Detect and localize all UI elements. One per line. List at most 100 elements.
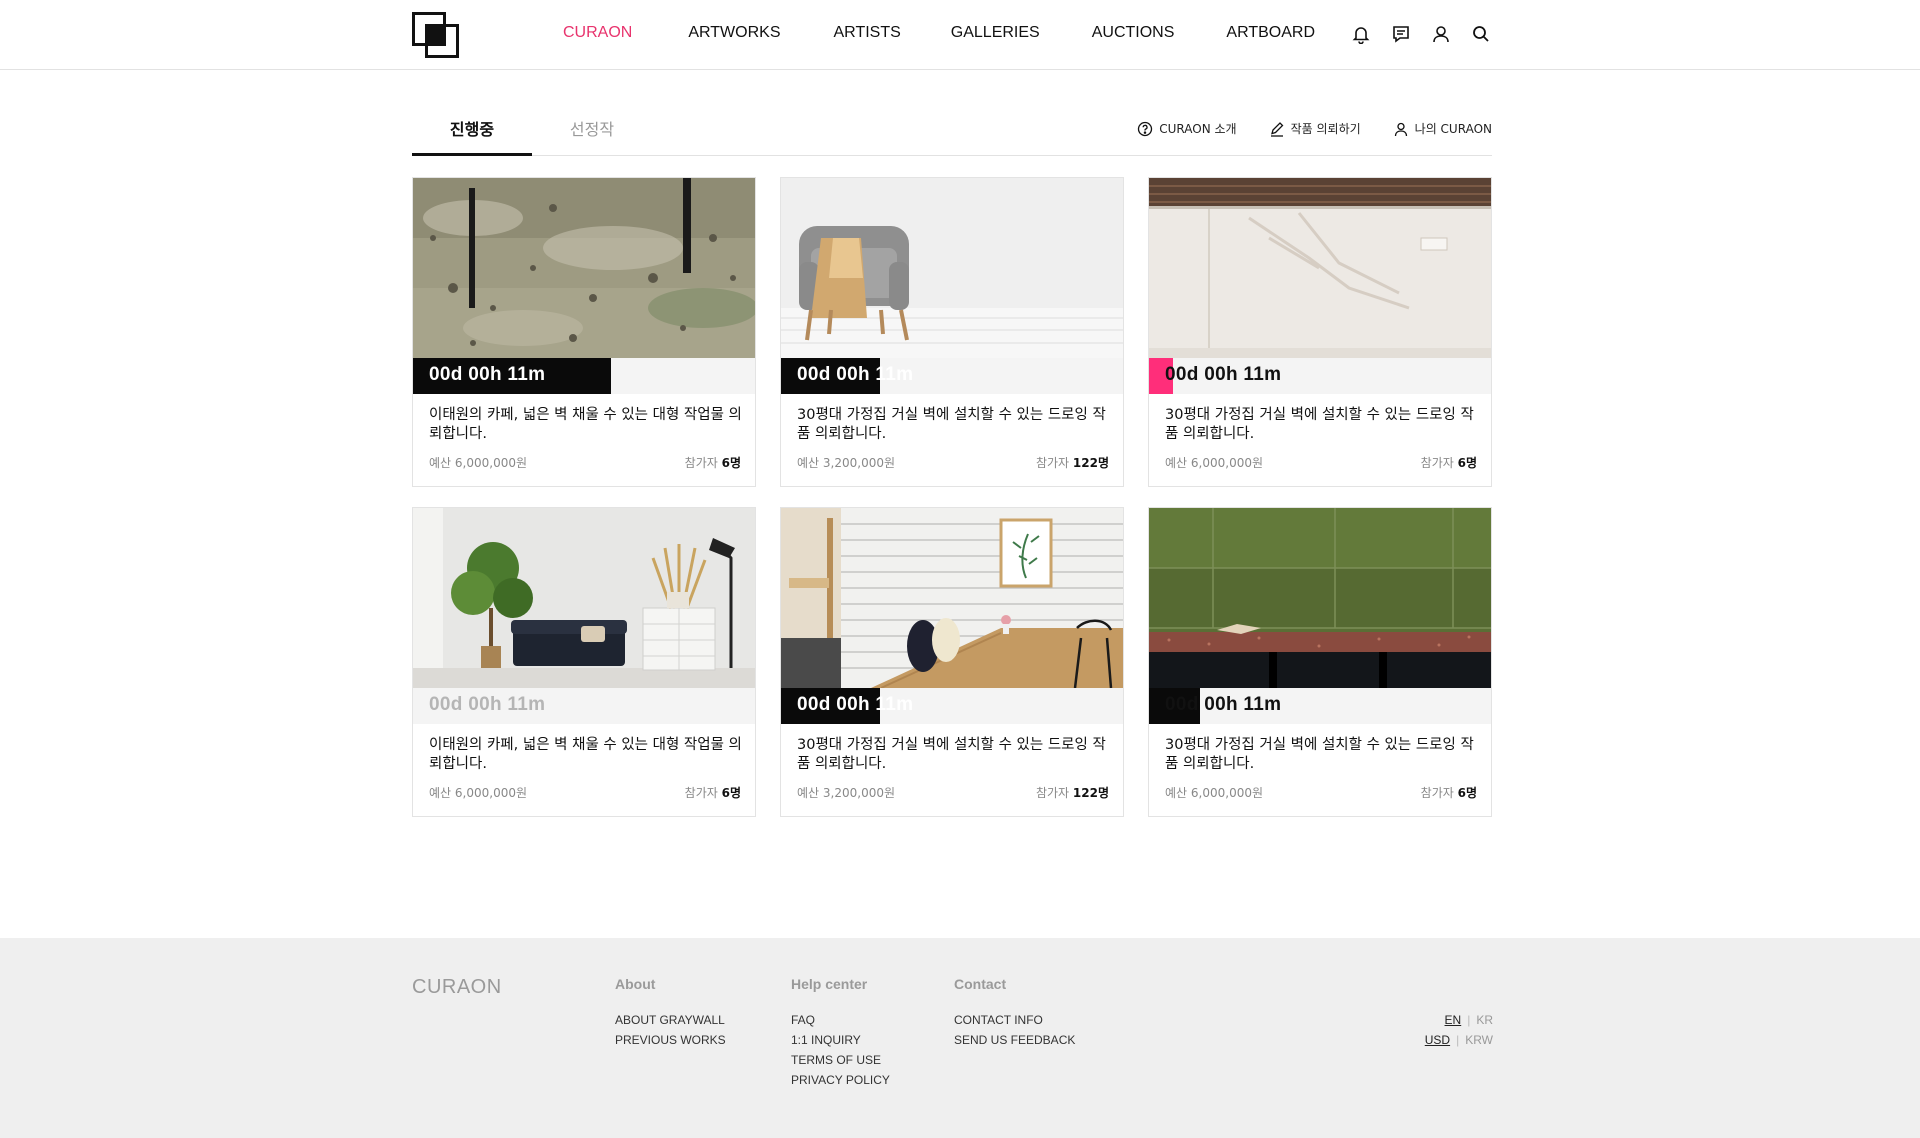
budget: 예산 6,000,000원 [1165,786,1264,800]
footer-link[interactable]: SEND US FEEDBACK [954,1030,1075,1050]
footer-link[interactable]: 1:1 INQUIRY [791,1030,890,1050]
card-title: 30평대 가정집 거실 벽에 설치할 수 있는 드로잉 작품 의뢰합니다. [1165,737,1474,772]
nav-auctions[interactable]: AUCTIONS [1092,24,1175,42]
curaon-intro-label: CURAON 소개 [1159,122,1237,136]
participants: 참가자 6명 [685,454,741,471]
participants: 참가자 6명 [685,784,741,801]
header-icons [1349,22,1493,46]
user-icon[interactable] [1429,22,1453,46]
participants-count: 6명 [721,786,741,800]
my-curaon-link[interactable]: 나의 CURAON [1393,120,1492,137]
countdown-text: 00d 00h 11m [429,694,546,715]
budget: 예산 3,200,000원 [797,456,896,470]
footer-link[interactable]: CONTACT INFO [954,1010,1075,1030]
countdown-text: 00d 00h 11m [1165,364,1282,385]
pencil-icon [1270,121,1284,137]
participants-count: 6명 [1457,786,1477,800]
request-artwork-label: 작품 의뢰하기 [1290,122,1361,136]
footer-link[interactable]: PREVIOUS WORKS [615,1030,726,1050]
card-image [781,178,1123,358]
logo[interactable] [412,12,460,58]
budget: 예산 6,000,000원 [429,456,528,470]
language-kr[interactable]: KR [1476,1013,1493,1027]
currency-switcher: USD | KRW [1424,1033,1493,1047]
countdown-bar: 00d 00h 11m [781,688,1123,724]
request-card[interactable]: 00d 00h 11m 30평대 가정집 거실 벽에 설치할 수 있는 드로잉 … [780,507,1124,817]
participants-label: 참가자 [684,786,718,800]
budget: 예산 6,000,000원 [1165,456,1264,470]
footer-link[interactable]: ABOUT GRAYWALL [615,1010,726,1030]
request-card[interactable]: 00d 00h 11m 30평대 가정집 거실 벽에 설치할 수 있는 드로잉 … [1148,507,1492,817]
card-meta: 예산 6,000,000원 참가자 6명 [429,784,741,801]
participants-label: 참가자 [1420,456,1454,470]
budget: 예산 6,000,000원 [429,786,528,800]
help-circle-icon [1138,121,1153,136]
participants: 참가자 6명 [1421,454,1477,471]
footer-col-about: About ABOUT GRAYWALL PREVIOUS WORKS [615,976,726,1050]
card-meta: 예산 6,000,000원 참가자 6명 [1165,784,1477,801]
countdown-text: 00d 00h 11m [1165,694,1282,715]
bell-icon[interactable] [1349,22,1373,46]
request-card[interactable]: 00d 00h 11m 30평대 가정집 거실 벽에 설치할 수 있는 드로잉 … [1148,177,1492,487]
footer: CURAON About ABOUT GRAYWALL PREVIOUS WOR… [0,938,1920,1138]
main-nav: CURAON ARTWORKS ARTISTS GALLERIES AUCTIO… [563,24,1315,42]
participants-label: 참가자 [684,456,718,470]
participants-label: 참가자 [1035,456,1070,470]
request-card[interactable]: 00d 00h 11m 30평대 가정집 거실 벽에 설치할 수 있는 드로잉 … [780,177,1124,487]
participants-count: 122명 [1072,786,1109,800]
message-icon[interactable] [1389,22,1413,46]
user-icon [1394,122,1407,136]
locale-switcher: EN | KR USD | KRW [1425,1010,1493,1050]
language-switcher: EN | KR [1444,1013,1493,1027]
my-curaon-label: 나의 CURAON [1414,122,1492,136]
request-artwork-link[interactable]: 작품 의뢰하기 [1269,120,1361,137]
nav-curaon[interactable]: CURAON [563,24,632,42]
card-image [781,508,1123,688]
nav-galleries[interactable]: GALLERIES [951,24,1040,42]
card-image [1149,178,1491,358]
card-image [1149,508,1491,688]
search-icon[interactable] [1469,22,1493,46]
card-image [413,178,755,358]
top-header: CURAON ARTWORKS ARTISTS GALLERIES AUCTIO… [0,0,1920,70]
footer-heading: Help center [791,976,868,992]
budget: 예산 3,200,000원 [797,786,896,800]
nav-artworks[interactable]: ARTWORKS [688,24,780,42]
request-card[interactable]: 00d 00h 11m 이태원의 카페, 넓은 벽 채울 수 있는 대형 작업물… [412,507,756,817]
curaon-intro-link[interactable]: CURAON 소개 [1137,120,1237,137]
card-title: 이태원의 카페, 넓은 벽 채울 수 있는 대형 작업물 의뢰합니다. [429,737,742,772]
card-meta: 예산 3,200,000원 참가자 122명 [797,454,1109,471]
request-card-grid: 00d 00h 11m 이태원의 카페, 넓은 벽 채울 수 있는 대형 작업물… [412,177,1493,817]
currency-krw[interactable]: KRW [1465,1033,1493,1047]
footer-col-help: Help center FAQ 1:1 INQUIRY TERMS OF USE… [791,976,890,1090]
participants: 참가자 6명 [1421,784,1477,801]
tab-links: CURAON 소개 작품 의뢰하기 나의 CURAON [1137,120,1492,137]
currency-usd[interactable]: USD [1425,1033,1450,1047]
footer-link[interactable]: FAQ [791,1010,890,1030]
countdown-bar: 00d 00h 11m [413,688,755,724]
language-en[interactable]: EN [1445,1013,1462,1027]
card-meta: 예산 3,200,000원 참가자 122명 [797,784,1109,801]
card-title: 30평대 가정집 거실 벽에 설치할 수 있는 드로잉 작품 의뢰합니다. [797,737,1106,772]
card-image [413,508,755,688]
countdown-bar: 00d 00h 11m [1149,358,1491,394]
countdown-bar: 00d 00h 11m [781,358,1123,394]
footer-link[interactable]: PRIVACY POLICY [791,1070,890,1090]
footer-heading: About [615,976,656,992]
participants-label: 참가자 [1035,786,1070,800]
footer-logo[interactable]: CURAON [412,976,502,999]
countdown-bar: 00d 00h 11m [413,358,755,394]
nav-artboard[interactable]: ARTBOARD [1226,24,1315,42]
tab-selected[interactable]: 선정작 [532,116,652,140]
countdown-text: 00d 00h 11m [429,364,546,385]
participants: 참가자 122명 [1036,454,1109,471]
tab-ongoing[interactable]: 진행중 [412,116,532,156]
card-title: 30평대 가정집 거실 벽에 설치할 수 있는 드로잉 작품 의뢰합니다. [797,407,1106,442]
card-title: 이태원의 카페, 넓은 벽 채울 수 있는 대형 작업물 의뢰합니다. [429,407,742,442]
card-meta: 예산 6,000,000원 참가자 6명 [1165,454,1477,471]
request-card[interactable]: 00d 00h 11m 이태원의 카페, 넓은 벽 채울 수 있는 대형 작업물… [412,177,756,487]
participants-count: 6명 [721,456,741,470]
nav-artists[interactable]: ARTISTS [834,24,901,42]
card-meta: 예산 6,000,000원 참가자 6명 [429,454,741,471]
footer-link[interactable]: TERMS OF USE [791,1050,890,1070]
